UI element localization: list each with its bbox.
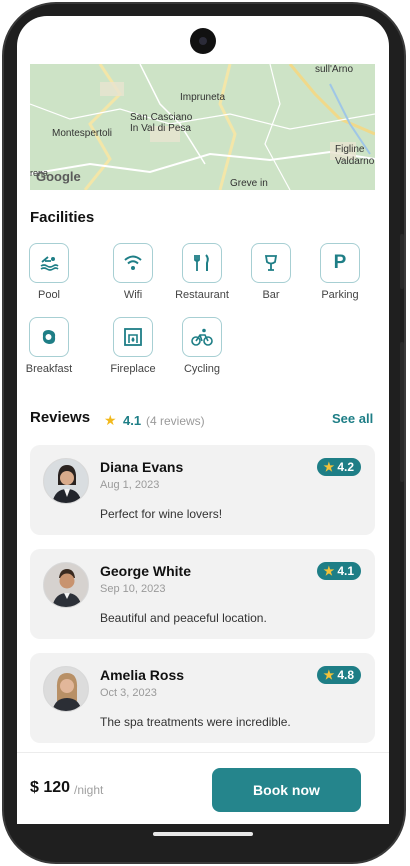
cycling-icon — [182, 317, 222, 357]
facility-label: Parking — [321, 289, 359, 301]
star-icon: ★ — [323, 668, 335, 682]
wifi-icon — [113, 243, 153, 283]
parking-icon: P — [320, 243, 360, 283]
map-label: Greve in — [230, 178, 268, 189]
review-card[interactable]: George White Sep 10, 2023 Beautiful and … — [30, 549, 375, 639]
map-label: Valdarno — [335, 156, 375, 167]
map-terrain — [30, 64, 375, 190]
facility-label: Cycling — [183, 363, 221, 375]
review-card[interactable]: Diana Evans Aug 1, 2023 Perfect for wine… — [30, 445, 375, 535]
facility-wifi[interactable]: Wifi — [98, 243, 168, 301]
star-icon: ★ — [104, 412, 117, 428]
review-text: Perfect for wine lovers! — [100, 507, 223, 521]
star-icon: ★ — [323, 564, 335, 578]
reviews-title: Reviews — [30, 409, 91, 426]
power-button — [400, 342, 404, 482]
facility-fireplace[interactable]: Fireplace — [98, 317, 168, 375]
map-label: Montespertoli — [52, 128, 113, 139]
review-card[interactable]: Amelia Ross Oct 3, 2023 The spa treatmen… — [30, 653, 375, 743]
map-label: Impruneta — [180, 92, 226, 103]
facility-restaurant[interactable]: Restaurant — [167, 243, 237, 301]
rating-value: 4.1 — [337, 564, 354, 578]
pool-icon — [29, 243, 69, 283]
volume-button — [400, 234, 404, 289]
map-label: Figline — [335, 144, 365, 155]
rating-value: 4.8 — [337, 668, 354, 682]
breakfast-icon — [29, 317, 69, 357]
review-text: Beautiful and peaceful location. — [100, 611, 267, 625]
facility-label: Bar — [262, 289, 280, 301]
average-rating: 4.1 — [123, 413, 142, 428]
price-unit: /night — [74, 783, 104, 797]
see-all-link[interactable]: See all — [332, 411, 373, 426]
facility-label: Pool — [37, 289, 61, 301]
booking-bar: $ 120 /night Book now — [17, 752, 389, 824]
facility-label: Restaurant — [175, 289, 229, 301]
app-screen: sull'Arno Impruneta San Casciano In Val … — [17, 16, 389, 824]
rating-badge: ★ 4.8 — [316, 666, 361, 684]
review-date: Sep 10, 2023 — [100, 583, 166, 595]
fireplace-icon — [113, 317, 153, 357]
rating-badge: ★ 4.1 — [316, 562, 361, 580]
book-now-button[interactable]: Book now — [212, 768, 361, 812]
google-logo: Google — [36, 169, 81, 184]
avatar — [43, 562, 89, 608]
facility-label: Fireplace — [110, 363, 156, 375]
location-map[interactable]: sull'Arno Impruneta San Casciano In Val … — [30, 64, 375, 190]
reviewer-name: George White — [100, 563, 192, 579]
reviewer-name: Diana Evans — [100, 459, 184, 475]
review-count: (4 reviews) — [146, 414, 205, 428]
facility-cycling[interactable]: Cycling — [167, 317, 237, 375]
bar-icon — [251, 243, 291, 283]
front-camera — [190, 28, 216, 54]
star-icon: ★ — [323, 460, 335, 474]
home-indicator[interactable] — [153, 832, 253, 836]
facility-label: Breakfast — [25, 363, 73, 375]
rating-value: 4.2 — [337, 460, 354, 474]
facility-parking[interactable]: P Parking — [305, 243, 375, 301]
avatar — [43, 458, 89, 504]
facilities-title: Facilities — [30, 209, 95, 226]
map-label: In Val di Pesa — [130, 123, 191, 134]
facility-label: Wifi — [123, 289, 143, 301]
avatar — [43, 666, 89, 712]
map-label: sull'Arno — [315, 64, 354, 75]
facility-bar[interactable]: Bar — [236, 243, 306, 301]
reviewer-name: Amelia Ross — [100, 667, 185, 683]
review-text: The spa treatments were incredible. — [100, 715, 291, 729]
rating-badge: ★ 4.2 — [316, 458, 361, 476]
map-label: San Casciano — [130, 112, 193, 123]
review-date: Oct 3, 2023 — [100, 687, 157, 699]
facility-pool[interactable]: Pool — [17, 243, 84, 301]
review-date: Aug 1, 2023 — [100, 479, 160, 491]
facility-breakfast[interactable]: Breakfast — [17, 317, 84, 375]
price: $ 120 — [30, 779, 71, 796]
restaurant-icon — [182, 243, 222, 283]
